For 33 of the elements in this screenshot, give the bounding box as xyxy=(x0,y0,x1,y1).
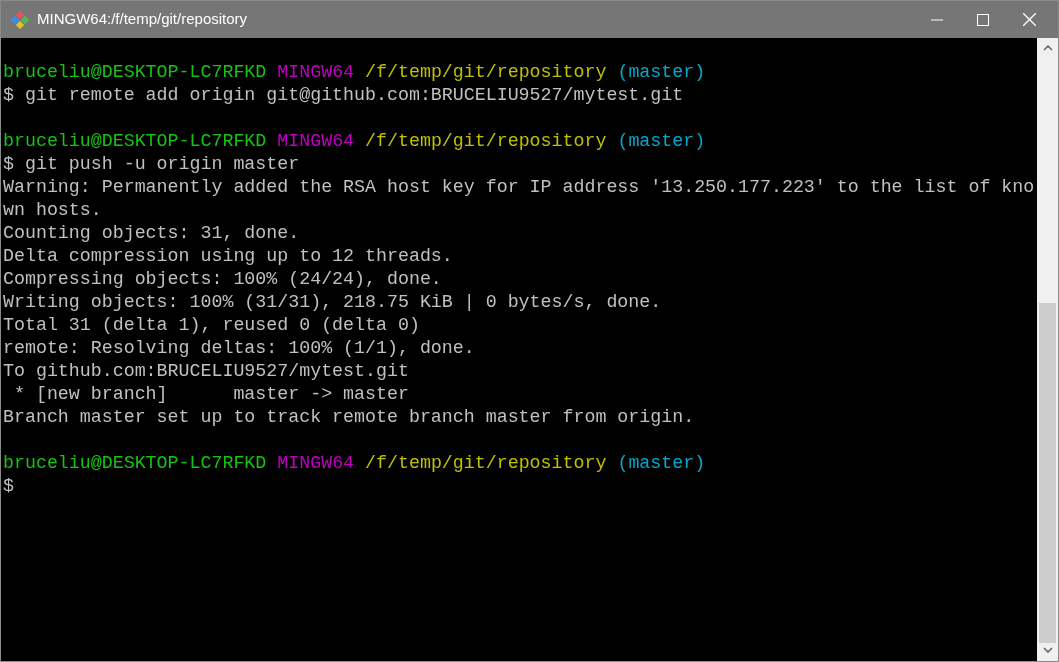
scrollbar-thumb[interactable] xyxy=(1039,303,1056,643)
close-icon xyxy=(1022,13,1036,26)
output-line: remote: Resolving deltas: 100% (1/1), done. xyxy=(3,338,475,358)
command-line: $ git remote add origin git@github.com:BRUCELIU9527/mytest.git xyxy=(3,85,684,105)
output-line: Branch master set up to track remote branch master from origin. xyxy=(3,407,695,427)
output-line: * [new branch] master -> master xyxy=(12,384,409,404)
prompt-user-host: bruceliu@DESKTOP-LC7RFKD xyxy=(3,62,267,82)
prompt-user-host: bruceliu@DESKTOP-LC7RFKD xyxy=(3,453,267,473)
prompt-system: MINGW64 xyxy=(277,62,355,82)
output-line: wn hosts. xyxy=(3,200,102,220)
prompt-path: /f/temp/git/repository xyxy=(365,131,607,151)
prompt-user-host: bruceliu@DESKTOP-LC7RFKD xyxy=(3,131,267,151)
output-line: Compressing objects: 100% (24/24), done. xyxy=(3,269,442,289)
prompt-branch: (master) xyxy=(617,62,706,82)
prompt-path: /f/temp/git/repository xyxy=(365,62,607,82)
output-line: Total 31 (delta 1), reused 0 (delta 0) xyxy=(3,315,420,335)
output-line: Delta compression using up to 12 threads. xyxy=(3,246,453,266)
command-line: $ xyxy=(3,476,14,496)
prompt-branch: (master) xyxy=(617,453,706,473)
prompt-branch: (master) xyxy=(617,131,706,151)
output-line: Warning: Permanently added the RSA host key for IP address '13.250.177.223' to the list of kno xyxy=(3,177,1035,197)
prompt-system: MINGW64 xyxy=(277,131,355,151)
window-title: MINGW64:/f/temp/git/repository xyxy=(37,9,248,30)
diamond-logo-icon xyxy=(11,10,29,29)
output-line: Counting objects: 31, done. xyxy=(3,223,300,243)
scroll-down-icon[interactable] xyxy=(1042,647,1053,653)
output-line: To github.com:BRUCELIU9527/mytest.git xyxy=(3,361,409,381)
command-line: $ git push -u origin master xyxy=(3,154,300,174)
maximize-icon xyxy=(977,13,989,26)
prompt-path: /f/temp/git/repository xyxy=(365,453,607,473)
scroll-up-icon[interactable] xyxy=(1042,45,1053,51)
output-line: Writing objects: 100% (31/31), 218.75 KiB | 0 bytes/s, done. xyxy=(3,292,662,312)
prompt-system: MINGW64 xyxy=(277,453,355,473)
